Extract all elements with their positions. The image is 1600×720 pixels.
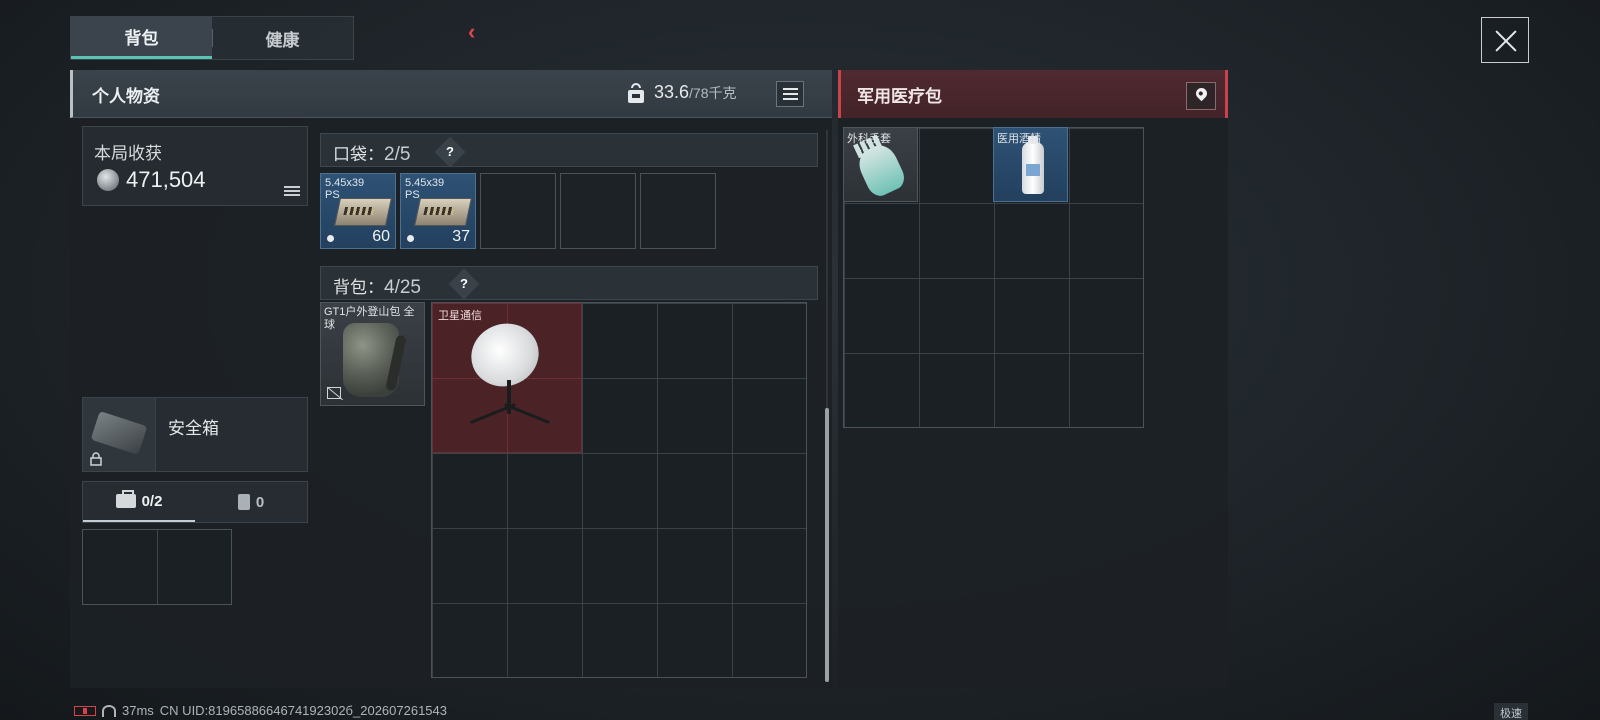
- help-icon: ?: [446, 144, 454, 159]
- tab-health[interactable]: 健康: [212, 17, 353, 59]
- sort-list-button[interactable]: [776, 81, 804, 107]
- panel-title: 个人物资: [92, 87, 160, 106]
- wifi-icon: [102, 704, 116, 717]
- earnings-card: [82, 126, 308, 206]
- earnings-title: 本局收获: [94, 144, 162, 163]
- earnings-value: 471,504: [126, 167, 206, 192]
- uid-text: CN UID:8196588664674192302б_202607261543: [159, 703, 447, 718]
- pocket-item-ammo[interactable]: 5.45x39 PS 37: [400, 173, 476, 249]
- coin-icon: [97, 169, 119, 191]
- collapse-chevron-icon[interactable]: ‹: [468, 20, 488, 44]
- satellite-dish-icon: [462, 314, 548, 396]
- mode-badge: 极速: [1494, 703, 1528, 720]
- close-button[interactable]: [1481, 17, 1529, 63]
- lock-icon: [90, 452, 102, 466]
- ping-text: 37ms: [122, 703, 154, 718]
- safe-box-slot[interactable]: [82, 529, 232, 605]
- ammo-count: 60: [372, 228, 390, 245]
- backpack-title: 背包：4/25: [333, 273, 421, 299]
- battery-icon: [74, 705, 96, 716]
- backpack-count: 4/25: [384, 277, 421, 298]
- pocket-slot-empty[interactable]: [640, 173, 716, 249]
- ammo-label: 5.45x39: [325, 177, 365, 189]
- tab-canister[interactable]: 0: [195, 482, 307, 522]
- pocket-slot-empty[interactable]: [560, 173, 636, 249]
- top-tab-bar: 背包 健康: [70, 16, 354, 60]
- ammo-box-icon: [414, 198, 472, 226]
- help-icon: ?: [460, 276, 468, 291]
- glove-icon: [853, 140, 909, 200]
- pocket-item-ammo[interactable]: 5.45x39 PS 60: [320, 173, 396, 249]
- marker-icon: [327, 235, 334, 242]
- ammo-sublabel: PS: [405, 189, 420, 201]
- item-label: 外科手套: [847, 133, 891, 145]
- backpack-help-button[interactable]: ?: [448, 268, 480, 300]
- medkit-icon: [115, 490, 136, 508]
- container-item-gloves[interactable]: 外科手套: [843, 127, 918, 202]
- bottle-icon: [1022, 136, 1044, 194]
- safe-box-label: 安全箱: [168, 419, 219, 438]
- ammo-sublabel: PS: [325, 189, 340, 201]
- item-label: 卫星通信: [438, 310, 482, 322]
- status-bar: 37ms CN UID:8196588664674192302б_2026072…: [74, 703, 447, 718]
- tab-medkit[interactable]: 0/2: [83, 482, 195, 522]
- equipped-backpack-label: GT1户外登山包 全球: [324, 306, 415, 331]
- list-icon: [783, 88, 798, 100]
- backpack-item-satellite[interactable]: 卫星通信: [432, 303, 582, 453]
- pockets-label: 口袋：: [333, 145, 384, 164]
- weight-current: 33.6: [654, 82, 690, 102]
- ammo-label: 5.45x39: [405, 177, 445, 189]
- dish-leg: [504, 403, 550, 424]
- no-insure-icon: [327, 387, 341, 399]
- canister-icon: [237, 494, 250, 510]
- ammo-box-icon: [334, 198, 392, 226]
- earnings-details-icon[interactable]: [284, 186, 300, 198]
- canister-count: 0: [255, 493, 265, 511]
- scrollbar-thumb[interactable]: [825, 408, 829, 682]
- locate-button[interactable]: [1186, 82, 1216, 110]
- medkit-count: 0/2: [141, 492, 163, 510]
- container-item-alcohol[interactable]: 医用酒精: [993, 127, 1068, 202]
- weight-readout: 33.6/78千克: [654, 82, 737, 103]
- weight-capacity: /78千克: [689, 85, 737, 101]
- weight-icon: [628, 83, 644, 103]
- map-pin-icon: [1193, 85, 1210, 102]
- tab-backpack[interactable]: 背包: [71, 17, 212, 59]
- pockets-title: 口袋：2/5: [333, 140, 410, 166]
- item-label: 医用酒精: [997, 133, 1041, 145]
- container-title: 军用医疗包: [857, 87, 942, 106]
- pocket-slot-empty[interactable]: [480, 173, 556, 249]
- safe-box-tabs: 0/2 0: [82, 481, 308, 523]
- backpack-label: 背包：: [333, 278, 384, 297]
- equipped-backpack-slot[interactable]: GT1户外登山包 全球: [320, 302, 425, 406]
- pockets-help-button[interactable]: ?: [434, 136, 466, 168]
- ammo-count: 37: [452, 228, 470, 245]
- pockets-count: 2/5: [384, 144, 411, 165]
- marker-icon: [407, 235, 414, 242]
